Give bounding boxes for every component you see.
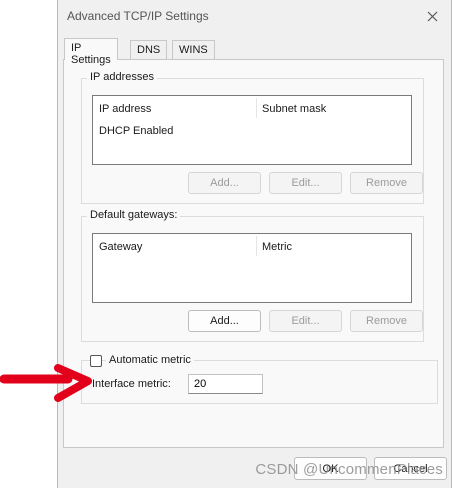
column-header-subnet-mask[interactable]: Subnet mask — [262, 103, 326, 115]
interface-metric-label: Interface metric: — [92, 378, 171, 390]
column-separator — [256, 98, 257, 118]
background-right — [452, 0, 457, 488]
gateway-remove-button[interactable]: Remove — [350, 310, 423, 332]
title-bar: Advanced TCP/IP Settings — [58, 0, 451, 32]
gateways-list[interactable]: Gateway Metric — [92, 233, 412, 303]
ip-addresses-group: IP addresses IP address Subnet mask DHCP… — [81, 71, 424, 204]
close-icon — [427, 11, 437, 21]
column-header-ip-address[interactable]: IP address — [99, 103, 151, 115]
dialog-window: Advanced TCP/IP Settings IP Settings DNS… — [57, 0, 452, 488]
ip-addresses-group-label: IP addresses — [87, 71, 158, 83]
watermark-text: CSDN @UncommenPlaces — [255, 461, 443, 478]
background-left — [0, 0, 57, 488]
tab-dns[interactable]: DNS — [130, 40, 168, 59]
ip-addresses-list[interactable]: IP address Subnet mask DHCP Enabled — [92, 95, 412, 165]
ip-add-button[interactable]: Add... — [188, 172, 261, 194]
list-item[interactable]: DHCP Enabled — [99, 125, 173, 137]
tab-ip-settings[interactable]: IP Settings — [64, 38, 118, 66]
column-header-metric[interactable]: Metric — [262, 241, 292, 253]
red-arrow-icon — [0, 364, 92, 402]
metric-group: Automatic metric Interface metric: — [81, 354, 438, 404]
column-header-gateway[interactable]: Gateway — [99, 241, 142, 253]
gateway-add-button[interactable]: Add... — [188, 310, 261, 332]
gateway-edit-button[interactable]: Edit... — [269, 310, 342, 332]
column-separator — [256, 236, 257, 256]
ip-remove-button[interactable]: Remove — [350, 172, 423, 194]
default-gateways-group-label: Default gateways: — [87, 209, 181, 221]
tab-wins[interactable]: WINS — [172, 40, 215, 59]
automatic-metric-label[interactable]: Automatic metric — [106, 354, 194, 366]
close-button[interactable] — [421, 5, 443, 27]
ip-settings-pane: IP addresses IP address Subnet mask DHCP… — [63, 59, 444, 448]
default-gateways-group: Default gateways: Gateway Metric Add... … — [81, 209, 424, 342]
interface-metric-input[interactable] — [188, 374, 263, 394]
window-title: Advanced TCP/IP Settings — [67, 9, 209, 23]
ip-edit-button[interactable]: Edit... — [269, 172, 342, 194]
